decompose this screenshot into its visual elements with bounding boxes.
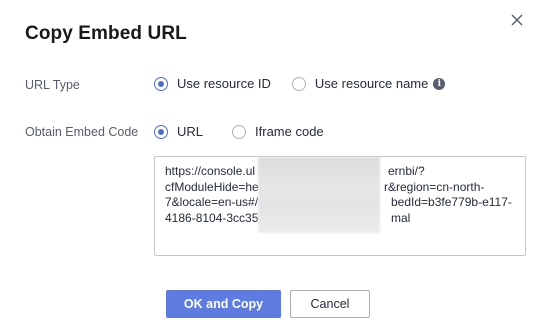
radio-iframe-code-label: Iframe code <box>255 124 324 139</box>
radio-use-resource-id[interactable]: Use resource ID <box>154 76 271 91</box>
close-icon <box>511 14 523 26</box>
embed-url-line-right: bedId=b3fe779b-e117- <box>391 195 512 209</box>
radio-url-label: URL <box>177 124 204 139</box>
radio-unchecked-icon[interactable] <box>291 76 306 91</box>
embed-url-line-left: 7&locale=en-us#/ <box>165 195 259 209</box>
cancel-button[interactable]: Cancel <box>290 290 370 318</box>
ok-and-copy-button[interactable]: OK and Copy <box>166 290 281 318</box>
obtain-embed-code-label: Obtain Embed Code <box>25 125 139 139</box>
embed-url-line-right: mal <box>391 210 411 225</box>
embed-url-line-left: cfModuleHide=he <box>165 179 259 194</box>
radio-checked-icon[interactable] <box>154 76 168 91</box>
embed-url-line-left: 4186-8104-3cc35 <box>165 210 259 225</box>
close-button[interactable] <box>507 10 527 30</box>
dialog-title: Copy Embed URL <box>25 23 187 44</box>
radio-url[interactable]: URL <box>154 124 203 139</box>
copy-embed-url-dialog: Copy Embed URL URL Type Use resource ID … <box>0 0 538 324</box>
embed-code-radio-group: URL Iframe code <box>154 124 324 139</box>
radio-use-resource-name-label: Use resource name <box>314 76 429 91</box>
radio-use-resource-name[interactable]: Use resource name i <box>291 76 446 91</box>
radio-unchecked-icon[interactable] <box>232 124 247 139</box>
embed-url-line-right: r&region=cn-north- <box>384 179 485 194</box>
redacted-region <box>258 157 380 233</box>
embed-url-line-right: ernbi/? <box>388 164 425 178</box>
url-type-radio-group: Use resource ID Use resource name i <box>154 76 446 91</box>
radio-checked-icon[interactable] <box>154 124 168 139</box>
embed-url-line-left: https://console.ul <box>165 164 256 178</box>
url-type-label: URL Type <box>25 78 80 92</box>
radio-use-resource-id-label: Use resource ID <box>177 76 271 91</box>
info-icon[interactable]: i <box>433 77 446 90</box>
radio-iframe-code[interactable]: Iframe code <box>232 124 324 139</box>
